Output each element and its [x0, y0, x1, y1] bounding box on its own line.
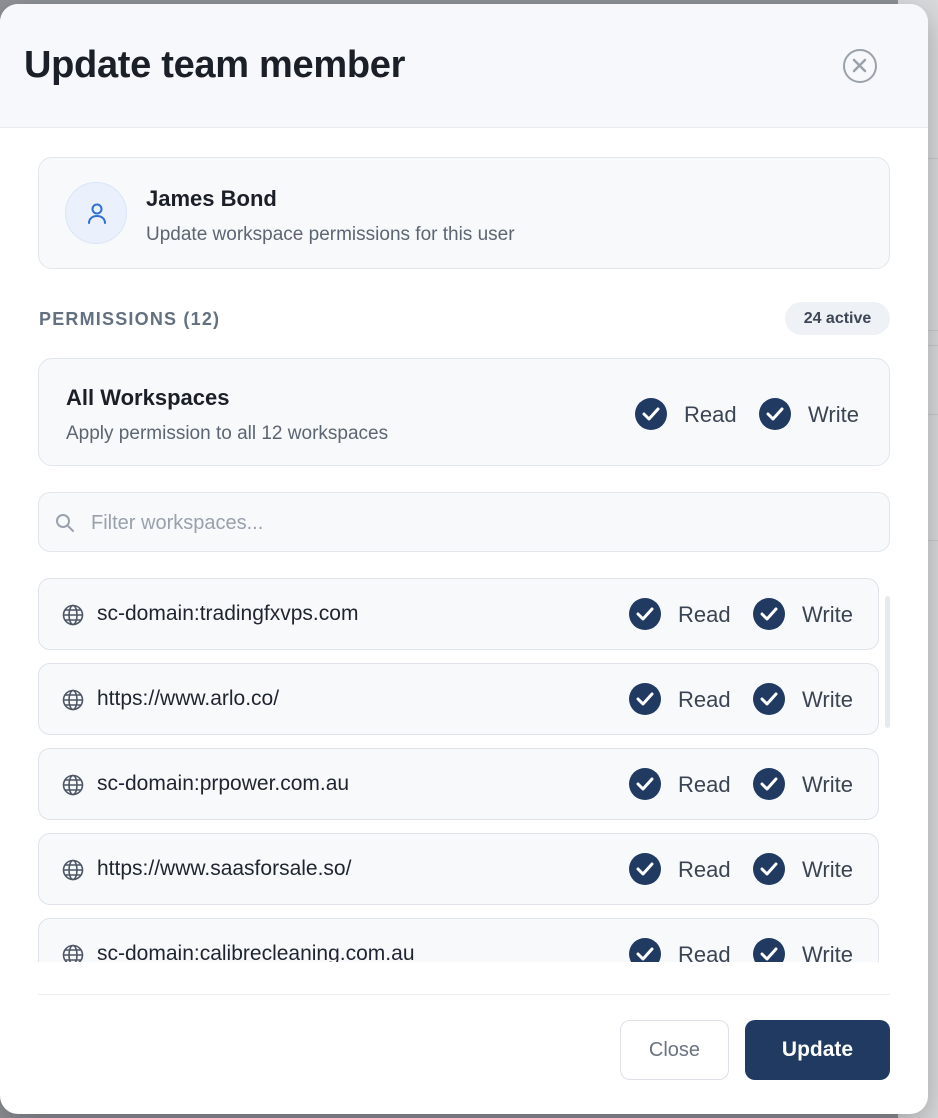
- avatar: [65, 182, 127, 244]
- write-checkbox[interactable]: [753, 853, 785, 885]
- read-checkbox[interactable]: [629, 768, 661, 800]
- globe-icon: [62, 859, 84, 886]
- read-label[interactable]: Read: [678, 772, 731, 798]
- read-label[interactable]: Read: [678, 602, 731, 628]
- all-read-checkbox[interactable]: [635, 398, 667, 430]
- check-icon: [642, 407, 660, 421]
- read-label[interactable]: Read: [678, 857, 731, 883]
- close-icon[interactable]: [843, 49, 877, 83]
- write-label[interactable]: Write: [802, 772, 853, 798]
- write-label[interactable]: Write: [802, 942, 853, 962]
- search-icon: [55, 513, 75, 538]
- user-name: James Bond: [146, 186, 277, 211]
- active-count-badge: 24 active: [785, 302, 890, 335]
- globe-icon: [62, 944, 84, 962]
- workspace-row: https://www.arlo.co/ Read Write: [38, 663, 879, 735]
- all-workspaces-title: All Workspaces: [66, 385, 230, 410]
- update-button[interactable]: Update: [745, 1020, 890, 1080]
- write-checkbox[interactable]: [753, 768, 785, 800]
- permissions-heading: PERMISSIONS (12): [39, 309, 221, 329]
- read-label[interactable]: Read: [678, 687, 731, 713]
- read-checkbox[interactable]: [629, 938, 661, 962]
- check-icon: [760, 777, 778, 791]
- globe-icon: [62, 604, 84, 631]
- check-icon: [760, 607, 778, 621]
- globe-icon: [62, 689, 84, 716]
- check-icon: [636, 607, 654, 621]
- footer-divider: [38, 994, 890, 995]
- user-icon: [88, 203, 106, 224]
- read-checkbox[interactable]: [629, 598, 661, 630]
- all-write-checkbox[interactable]: [759, 398, 791, 430]
- workspace-row: sc-domain:prpower.com.au Read Write: [38, 748, 879, 820]
- write-label[interactable]: Write: [802, 687, 853, 713]
- dialog-header: Update team member: [0, 4, 928, 128]
- globe-icon: [62, 774, 84, 801]
- check-icon: [636, 692, 654, 706]
- workspace-row: https://www.saasforsale.so/ Read Write: [38, 833, 879, 905]
- write-checkbox[interactable]: [753, 598, 785, 630]
- write-label[interactable]: Write: [802, 602, 853, 628]
- workspace-row: sc-domain:tradingfxvps.com Read Write: [38, 578, 879, 650]
- workspace-row: sc-domain:calibrecleaning.com.au Read Wr…: [38, 918, 879, 962]
- workspace-name: https://www.arlo.co/: [97, 687, 280, 710]
- write-checkbox[interactable]: [753, 938, 785, 962]
- workspace-name: sc-domain:tradingfxvps.com: [97, 602, 359, 625]
- all-workspaces-card: All Workspaces Apply permission to all 1…: [38, 358, 890, 466]
- check-icon: [766, 407, 784, 421]
- all-read-label[interactable]: Read: [684, 402, 737, 428]
- write-label[interactable]: Write: [802, 857, 853, 883]
- check-icon: [636, 777, 654, 791]
- check-icon: [760, 862, 778, 876]
- check-icon: [636, 947, 654, 961]
- read-label[interactable]: Read: [678, 942, 731, 962]
- workspace-filter[interactable]: [38, 492, 890, 552]
- update-team-member-dialog: Update team member James Bond Update wor…: [0, 4, 928, 1114]
- workspace-name: https://www.saasforsale.so/: [97, 857, 352, 880]
- workspace-list[interactable]: sc-domain:tradingfxvps.com Read Write ht…: [38, 578, 890, 962]
- user-subtitle: Update workspace permissions for this us…: [146, 224, 515, 245]
- list-scrollbar[interactable]: [885, 596, 890, 728]
- all-workspaces-subtitle: Apply permission to all 12 workspaces: [66, 423, 389, 444]
- workspace-name: sc-domain:prpower.com.au: [97, 772, 350, 795]
- all-write-label[interactable]: Write: [808, 402, 859, 428]
- workspace-name: sc-domain:calibrecleaning.com.au: [97, 942, 415, 962]
- check-icon: [760, 692, 778, 706]
- user-card: James Bond Update workspace permissions …: [38, 157, 890, 269]
- check-icon: [760, 947, 778, 961]
- read-checkbox[interactable]: [629, 683, 661, 715]
- write-checkbox[interactable]: [753, 683, 785, 715]
- check-icon: [636, 862, 654, 876]
- filter-input[interactable]: [91, 505, 871, 541]
- close-button[interactable]: Close: [620, 1020, 729, 1080]
- dialog-title: Update team member: [24, 44, 406, 86]
- read-checkbox[interactable]: [629, 853, 661, 885]
